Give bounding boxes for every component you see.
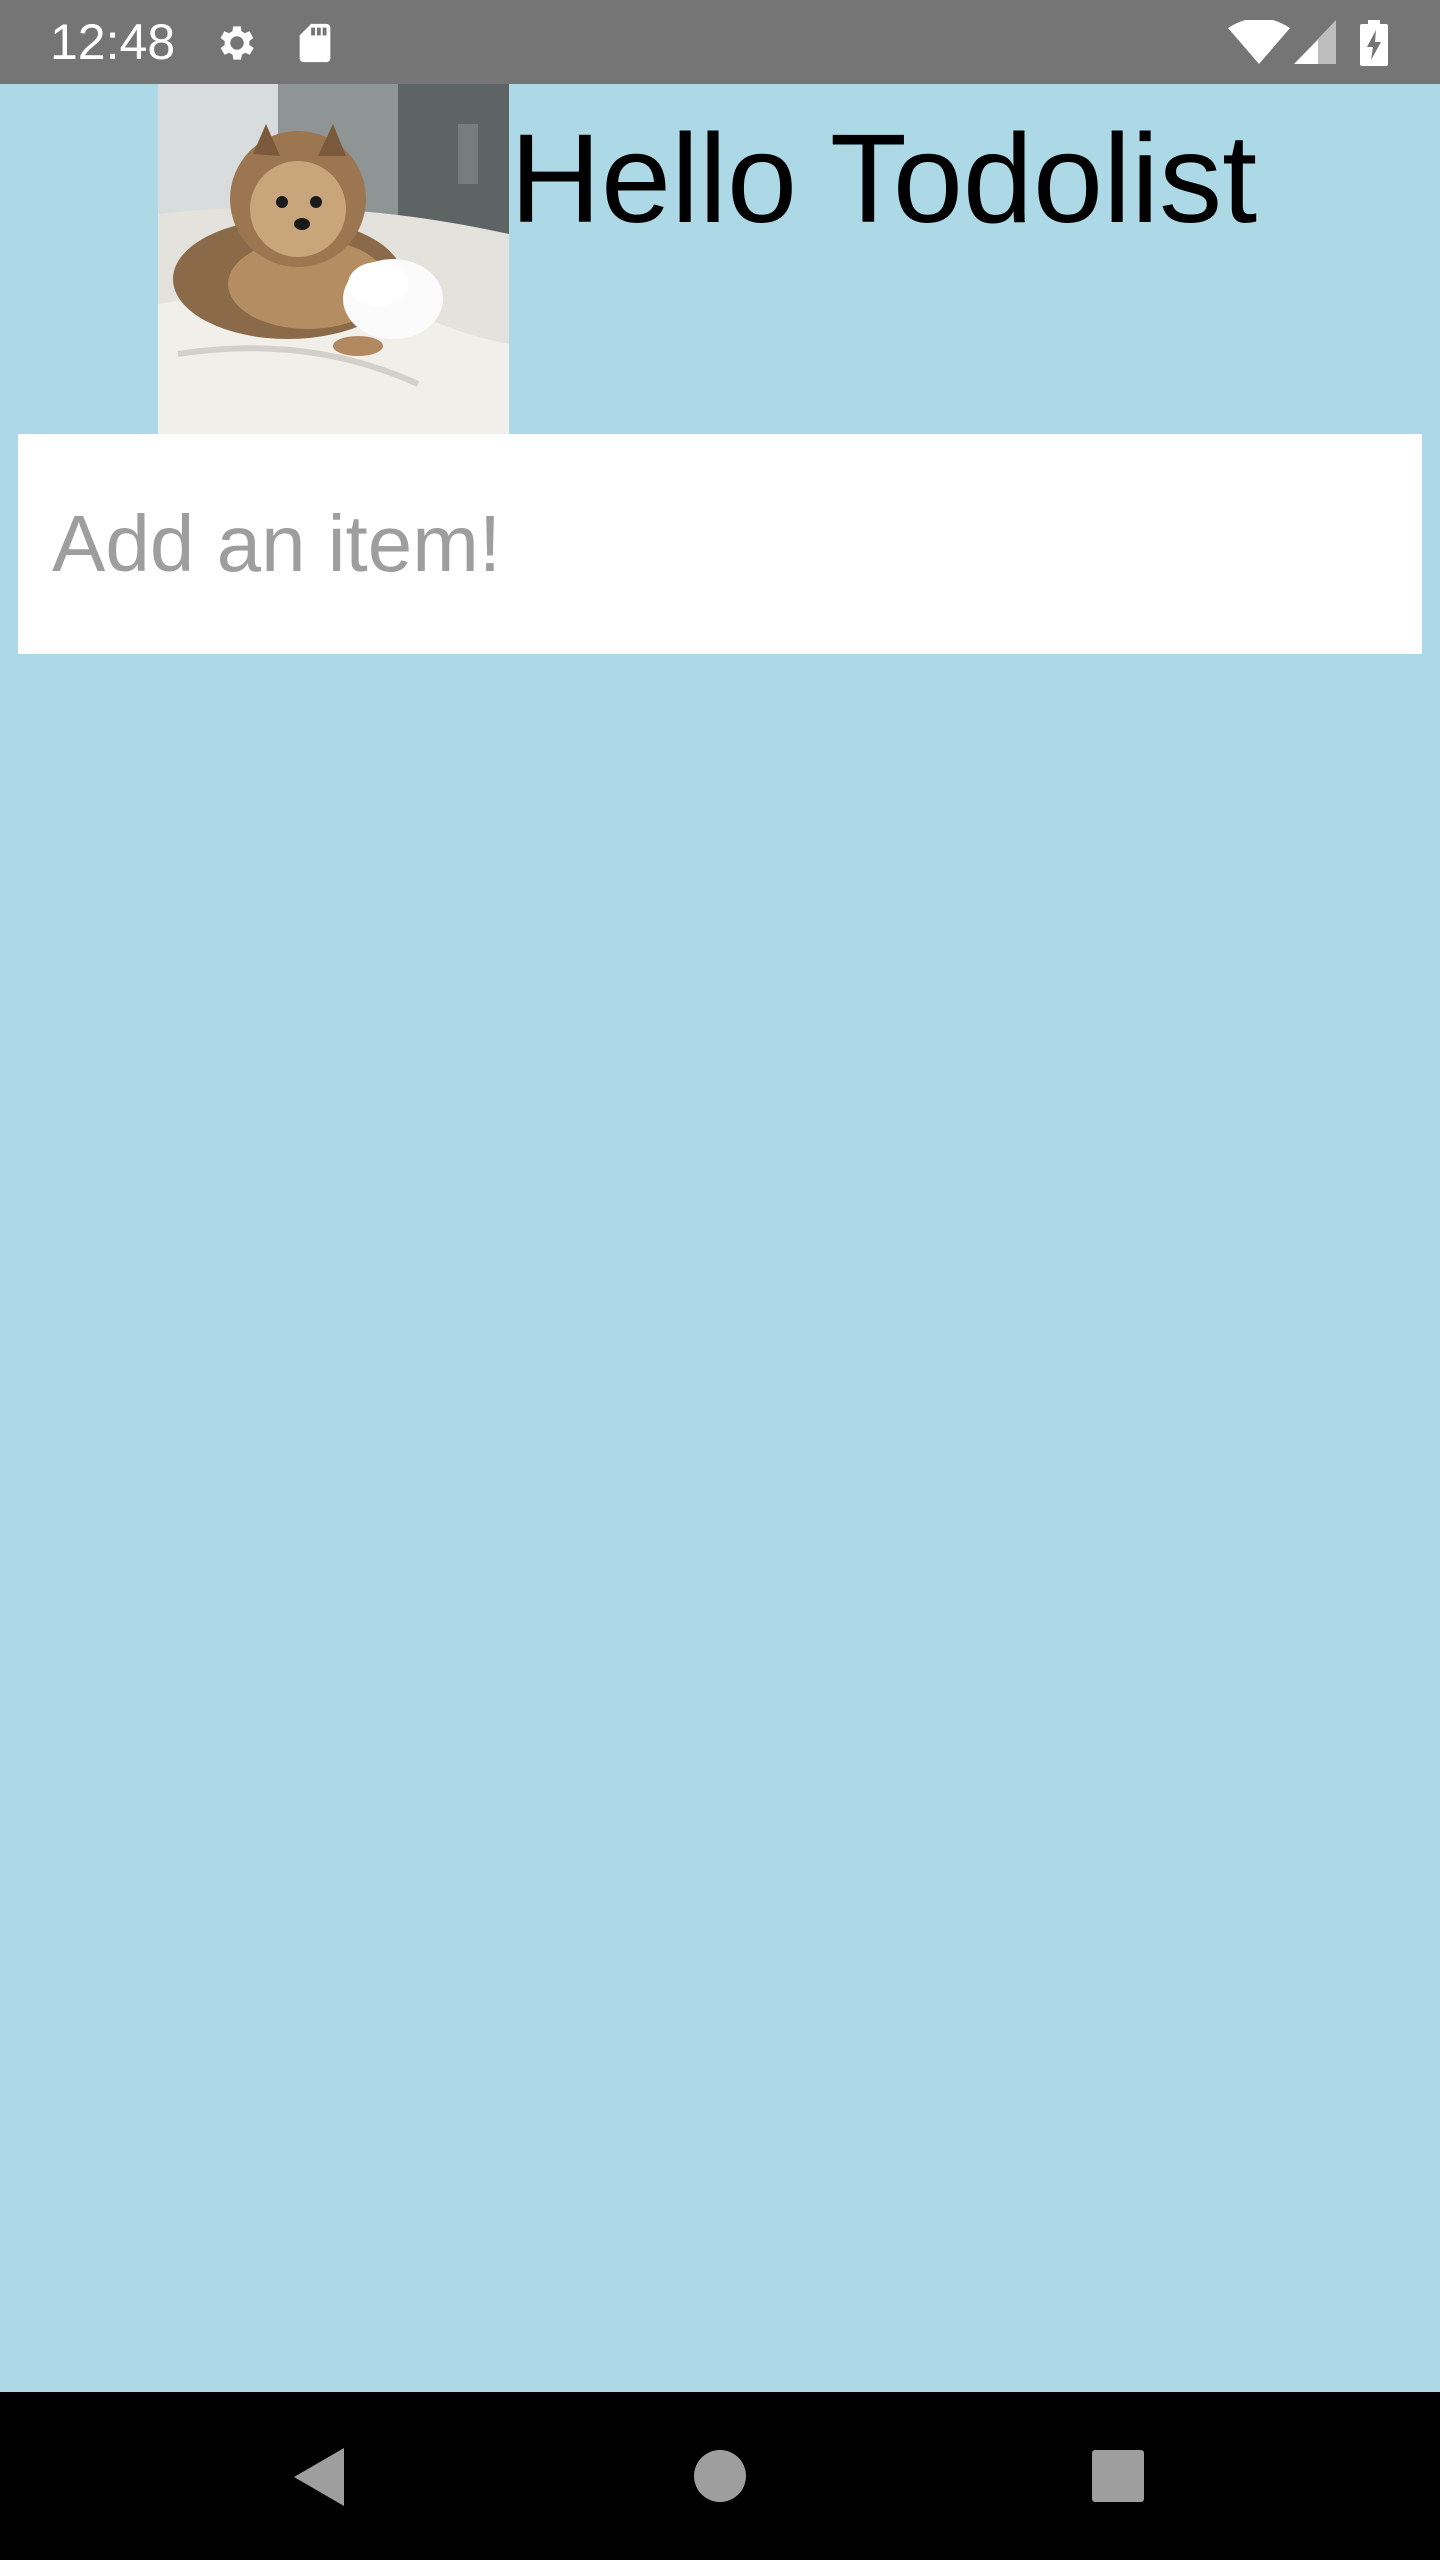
back-button[interactable] [270,2426,370,2526]
dog-image [158,84,509,434]
back-icon [270,2448,370,2530]
battery-charging-icon [1360,20,1388,66]
cell-signal-icon [1294,20,1336,66]
gear-icon [214,20,260,66]
wifi-icon [1228,18,1290,66]
home-icon [670,2450,770,2530]
header: Hello Todolist [0,84,1440,434]
app-content: Hello Todolist [0,84,1440,2392]
status-bar: 12:48 [0,0,1440,84]
recents-button[interactable] [1068,2426,1168,2526]
app-title: Hello Todolist [510,108,1258,249]
home-button[interactable] [670,2426,770,2526]
recents-icon [1068,2450,1168,2530]
sd-card-icon [292,20,338,66]
status-time: 12:48 [50,14,176,70]
navigation-bar [0,2392,1440,2560]
add-item-input[interactable] [18,434,1422,654]
add-item-field[interactable] [18,434,1422,654]
